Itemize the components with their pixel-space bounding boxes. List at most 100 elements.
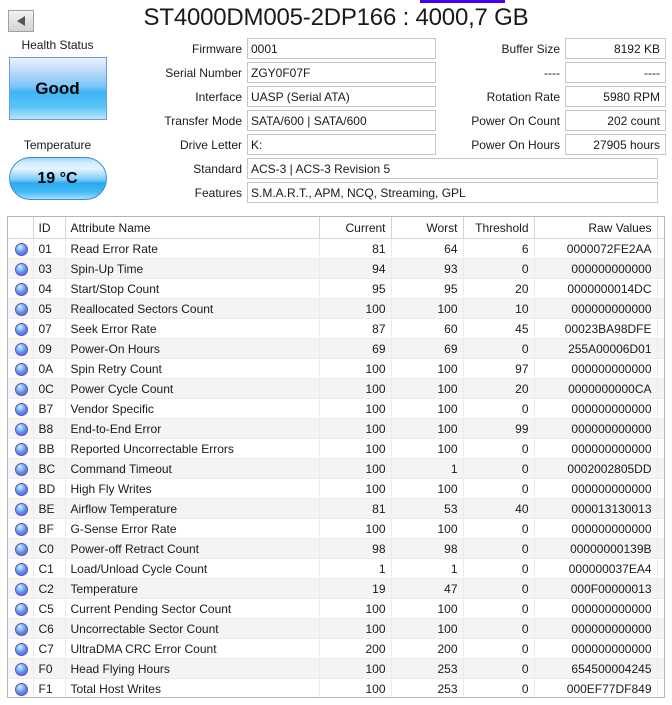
table-row[interactable]: 07Seek Error Rate87604500023BA98DFE bbox=[8, 319, 664, 339]
blue-led-icon bbox=[15, 603, 28, 616]
attribute-current-cell: 100 bbox=[319, 619, 391, 639]
column-header-id[interactable]: ID bbox=[33, 217, 65, 239]
attribute-threshold-cell: 0 bbox=[463, 679, 534, 699]
field-value[interactable]: ZGY0F07F bbox=[247, 62, 436, 83]
attribute-threshold-cell: 0 bbox=[463, 619, 534, 639]
column-header-raw-values[interactable]: Raw Values bbox=[534, 217, 657, 239]
attribute-raw-cell: 000000000000 bbox=[534, 299, 657, 319]
table-row[interactable]: 01Read Error Rate816460000072FE2AA bbox=[8, 239, 664, 259]
table-row[interactable]: BCCommand Timeout100100002002805DD bbox=[8, 459, 664, 479]
blue-led-icon bbox=[15, 403, 28, 416]
attribute-worst-cell: 47 bbox=[391, 579, 463, 599]
info-field-firmware: Firmware 0001 bbox=[118, 38, 436, 59]
health-status-badge[interactable]: Good bbox=[9, 57, 107, 120]
attribute-id-cell: F1 bbox=[33, 679, 65, 699]
row-spacer-cell bbox=[657, 279, 664, 299]
info-row: Interface UASP (Serial ATA) Rotation Rat… bbox=[118, 86, 666, 107]
attribute-threshold-cell: 0 bbox=[463, 459, 534, 479]
attribute-status-cell bbox=[8, 259, 33, 279]
attribute-current-cell: 100 bbox=[319, 459, 391, 479]
table-body: 01Read Error Rate816460000072FE2AA03Spin… bbox=[8, 239, 664, 699]
attribute-name-cell: Power-On Hours bbox=[65, 339, 319, 359]
table-row[interactable]: C1Load/Unload Cycle Count110000000037EA4 bbox=[8, 559, 664, 579]
field-value[interactable]: ACS-3 | ACS-3 Revision 5 bbox=[247, 158, 658, 179]
attribute-worst-cell: 253 bbox=[391, 659, 463, 679]
row-spacer-cell bbox=[657, 319, 664, 339]
selected-disk-tab-indicator[interactable] bbox=[420, 0, 505, 3]
temperature-badge[interactable]: 19 °C bbox=[9, 157, 107, 200]
row-spacer-cell bbox=[657, 639, 664, 659]
attribute-id-cell: BE bbox=[33, 499, 65, 519]
attribute-name-cell: Read Error Rate bbox=[65, 239, 319, 259]
attribute-status-cell bbox=[8, 459, 33, 479]
attribute-name-cell: Command Timeout bbox=[65, 459, 319, 479]
row-spacer-cell bbox=[657, 559, 664, 579]
attribute-raw-cell: 00000000139B bbox=[534, 539, 657, 559]
field-value[interactable]: 8192 KB bbox=[565, 38, 666, 59]
table-row[interactable]: BFG-Sense Error Rate1001000000000000000 bbox=[8, 519, 664, 539]
table-row[interactable]: C6Uncorrectable Sector Count100100000000… bbox=[8, 619, 664, 639]
table-row[interactable]: 09Power-On Hours69690255A00006D01 bbox=[8, 339, 664, 359]
table-row[interactable]: C5Current Pending Sector Count1001000000… bbox=[8, 599, 664, 619]
attribute-id-cell: 0A bbox=[33, 359, 65, 379]
attribute-id-cell: BF bbox=[33, 519, 65, 539]
attribute-current-cell: 81 bbox=[319, 239, 391, 259]
info-field-standard: Standard ACS-3 | ACS-3 Revision 5 bbox=[118, 158, 666, 179]
row-spacer-cell bbox=[657, 679, 664, 699]
attribute-threshold-cell: 10 bbox=[463, 299, 534, 319]
table-row[interactable]: B8End-to-End Error10010099000000000000 bbox=[8, 419, 664, 439]
column-header-status[interactable] bbox=[8, 217, 33, 239]
attribute-raw-cell: 000000000000 bbox=[534, 519, 657, 539]
attribute-status-cell bbox=[8, 659, 33, 679]
table-row[interactable]: BBReported Uncorrectable Errors100100000… bbox=[8, 439, 664, 459]
field-value[interactable]: K: bbox=[247, 134, 436, 155]
field-value[interactable]: 202 count bbox=[565, 110, 666, 131]
attribute-threshold-cell: 0 bbox=[463, 659, 534, 679]
attribute-raw-cell: 000000000000 bbox=[534, 439, 657, 459]
column-header-current[interactable]: Current bbox=[319, 217, 391, 239]
attribute-name-cell: Load/Unload Cycle Count bbox=[65, 559, 319, 579]
attribute-threshold-cell: 0 bbox=[463, 559, 534, 579]
info-row: Drive Letter K: Power On Hours 27905 hou… bbox=[118, 134, 666, 155]
field-value[interactable]: S.M.A.R.T., APM, NCQ, Streaming, GPL bbox=[247, 182, 658, 203]
table-row[interactable]: C0Power-off Retract Count989800000000013… bbox=[8, 539, 664, 559]
attribute-current-cell: 98 bbox=[319, 539, 391, 559]
table-row[interactable]: BDHigh Fly Writes1001000000000000000 bbox=[8, 479, 664, 499]
table-row[interactable]: 0CPower Cycle Count100100200000000000CA bbox=[8, 379, 664, 399]
field-value[interactable]: 5980 RPM bbox=[565, 86, 666, 107]
table-row[interactable]: B7Vendor Specific1001000000000000000 bbox=[8, 399, 664, 419]
row-spacer-cell bbox=[657, 579, 664, 599]
column-header-worst[interactable]: Worst bbox=[391, 217, 463, 239]
field-label: Power On Count bbox=[442, 114, 565, 128]
attribute-id-cell: 01 bbox=[33, 239, 65, 259]
table-row[interactable]: 0ASpin Retry Count10010097000000000000 bbox=[8, 359, 664, 379]
blue-led-icon bbox=[15, 623, 28, 636]
field-value[interactable]: SATA/600 | SATA/600 bbox=[247, 110, 436, 131]
field-value[interactable]: ---- bbox=[565, 62, 666, 83]
column-header-threshold[interactable]: Threshold bbox=[463, 217, 534, 239]
table-row[interactable]: 05Reallocated Sectors Count1001001000000… bbox=[8, 299, 664, 319]
table-row[interactable]: C2Temperature19470000F00000013 bbox=[8, 579, 664, 599]
table-row[interactable]: C7UltraDMA CRC Error Count20020000000000… bbox=[8, 639, 664, 659]
table-row[interactable]: 04Start/Stop Count9595200000000014DC bbox=[8, 279, 664, 299]
blue-led-icon bbox=[15, 583, 28, 596]
row-spacer-cell bbox=[657, 399, 664, 419]
attribute-current-cell: 87 bbox=[319, 319, 391, 339]
field-value[interactable]: 0001 bbox=[247, 38, 436, 59]
column-header-attribute-name[interactable]: Attribute Name bbox=[65, 217, 319, 239]
field-label: Transfer Mode bbox=[118, 114, 247, 128]
attribute-id-cell: 03 bbox=[33, 259, 65, 279]
info-field-buffer-size: Buffer Size 8192 KB bbox=[442, 38, 666, 59]
table-row[interactable]: F0Head Flying Hours1002530654500004245 bbox=[8, 659, 664, 679]
field-value[interactable]: UASP (Serial ATA) bbox=[247, 86, 436, 107]
attribute-status-cell bbox=[8, 319, 33, 339]
table-row[interactable]: F1Total Host Writes1002530000EF77DF849 bbox=[8, 679, 664, 699]
attribute-current-cell: 100 bbox=[319, 379, 391, 399]
table-row[interactable]: 03Spin-Up Time94930000000000000 bbox=[8, 259, 664, 279]
blue-led-icon bbox=[15, 423, 28, 436]
field-value[interactable]: 27905 hours bbox=[565, 134, 666, 155]
attribute-threshold-cell: 45 bbox=[463, 319, 534, 339]
attribute-name-cell: Spin Retry Count bbox=[65, 359, 319, 379]
attribute-status-cell bbox=[8, 559, 33, 579]
table-row[interactable]: BEAirflow Temperature815340000013130013 bbox=[8, 499, 664, 519]
